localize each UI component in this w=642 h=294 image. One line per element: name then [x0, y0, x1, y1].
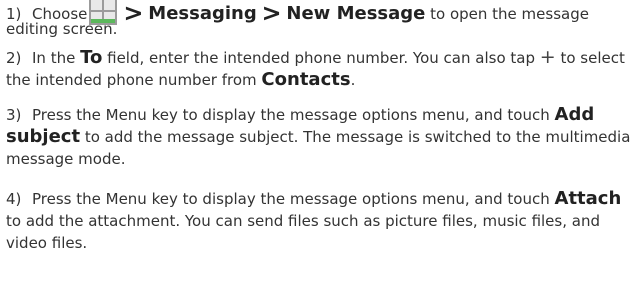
add-subject-label-2: subject — [6, 126, 81, 147]
step-3-text-1: Press the Menu key to display the messag… — [32, 106, 555, 124]
step-1: 1) Choose > Messaging > New Message to op… — [6, 0, 638, 38]
step-number: 3) — [6, 106, 22, 124]
step-4: 4) Press the Menu key to display the mess… — [6, 188, 638, 254]
instruction-document: 1) Choose > Messaging > New Message to op… — [0, 0, 642, 294]
plus-icon: + — [539, 46, 556, 68]
step-2-text-1: In the — [32, 49, 81, 67]
menu-messaging: Messaging — [148, 3, 257, 24]
step-4-text-2: to add the attachment. You can send file… — [6, 212, 600, 252]
step-1-continuation: editing screen. — [6, 20, 118, 38]
step-1-text: to open the message — [425, 5, 589, 23]
step-number: 4) — [6, 190, 22, 208]
step-2-text-4: . — [350, 71, 356, 89]
to-field-label: To — [80, 47, 103, 68]
step-4-text-1: Press the Menu key to display the messag… — [32, 190, 555, 208]
path-separator: > — [123, 0, 144, 27]
add-subject-label: Add — [554, 104, 595, 125]
step-2-text-2: field, enter the intended phone number. … — [102, 49, 540, 67]
step-3: 3) Press the Menu key to display the mess… — [6, 104, 638, 170]
step-3-text-2: to add the message subject. The message … — [6, 128, 631, 168]
path-separator: > — [261, 0, 282, 27]
contacts-label: Contacts — [261, 69, 351, 90]
step-1-line-1: 1) Choose > Messaging > New Message to op… — [6, 0, 638, 27]
step-2: 2) In the To field, enter the intended ph… — [6, 46, 638, 91]
step-number: 2) — [6, 49, 22, 67]
menu-new-message: New Message — [286, 3, 426, 24]
attach-label: Attach — [554, 188, 622, 209]
